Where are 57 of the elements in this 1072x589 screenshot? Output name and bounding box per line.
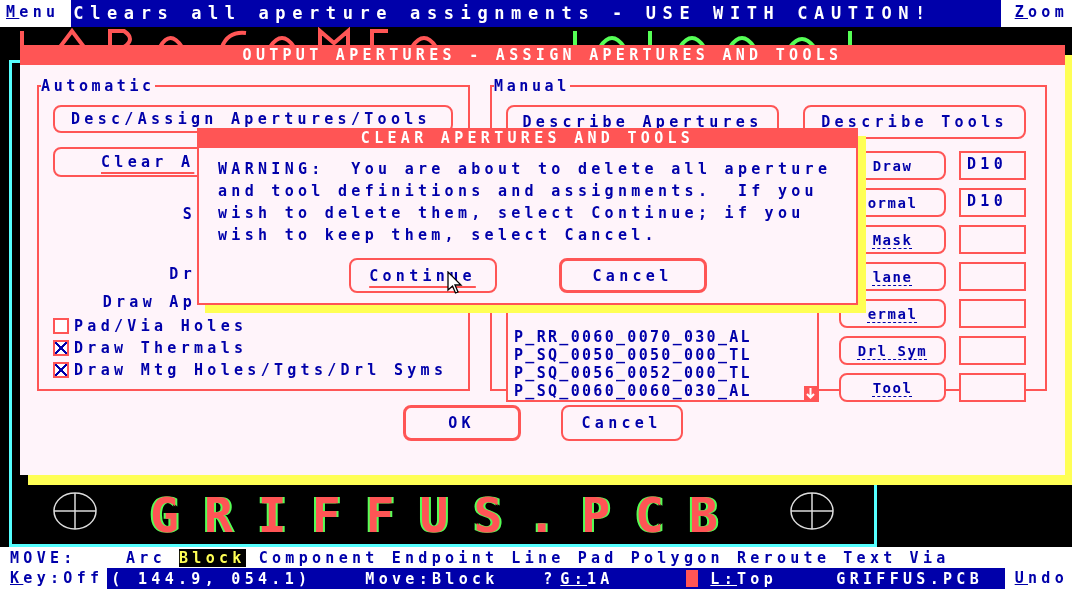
grid-setting[interactable]: G:1A [560,569,687,588]
tool-field[interactable] [959,225,1026,254]
command-item[interactable]: Text [843,548,897,567]
warning-message: WARNING: You are about to delete all aperture and tool definitions and assignments. If you wish to delete them, select Continue; if you wish to keep them, select Cancel. [218,159,833,246]
command-item[interactable]: Arc [126,548,166,567]
key-toggle[interactable]: Key:Off [0,568,108,589]
checkbox-row[interactable]: Draw Thermals [53,336,454,359]
group-legend: Manual [494,77,570,95]
command-item[interactable]: Block [179,548,246,567]
field-label: S [181,204,196,223]
tool-field[interactable] [959,299,1026,328]
aperture-item[interactable]: P_RR_0060_0070_030_AL [514,328,799,346]
checkbox-row[interactable]: Pad/Via Holes [53,314,454,337]
dialog-button[interactable]: Cancel [558,258,707,293]
command-item[interactable]: Line [511,548,565,567]
aperture-item[interactable]: P_SQ_0050_0050_000_TL [514,346,799,364]
dialog-title: CLEAR APERTURES AND TOOLS [199,128,856,148]
checkbox[interactable] [53,317,69,334]
command-item[interactable]: Reroute [736,548,831,567]
tool-field[interactable]: D10 [959,188,1026,217]
command-item[interactable]: Polygon [630,548,724,567]
describe-tools-button[interactable]: Describe Tools [803,105,1026,139]
silkscreen-text: GRIFFUS.PCB [150,491,743,539]
command-item[interactable]: Via [909,548,950,567]
aperture-item[interactable]: P_SQ_0056_0052_000_TL [514,364,799,382]
command-item[interactable]: Component [258,548,379,567]
group-legend: Automatic [41,77,155,95]
field-label: Draw Ap [101,292,196,311]
mode-text: Move:Block [365,569,500,588]
undo-button[interactable]: Undo [1004,568,1072,589]
tool-field[interactable] [959,336,1026,365]
tool-field[interactable] [959,373,1026,402]
target-icon [789,489,835,533]
checkbox[interactable] [53,339,69,356]
checkbox[interactable] [53,361,69,378]
help-button[interactable]: ? [543,569,561,588]
command-item[interactable]: Endpoint [391,548,499,567]
command-item[interactable]: Pad [577,548,618,567]
layer-setting[interactable]: L:Top [698,569,837,588]
checkbox-label: Pad/Via Holes [74,316,248,335]
checkbox-label: Draw Thermals [74,338,248,357]
tool-field[interactable] [959,262,1026,291]
field-label: Dr [168,264,196,283]
dialog-button[interactable]: OK [402,405,521,441]
tool-field[interactable]: D10 [959,151,1026,180]
command-label: MOVE: [10,548,78,567]
aperture-item[interactable]: P_SQ_0060_0060_030_AL [514,382,799,400]
dialog-title: OUTPUT APERTURES - ASSIGN APERTURES AND TOOLS [20,45,1065,65]
coordinates: ( 144.9, 054.1) [110,569,313,588]
target-icon [52,489,98,533]
scroll-down-icon[interactable] [804,386,817,400]
checkbox-row[interactable]: Draw Mtg Holes/Tgts/Drl Syms [53,358,454,381]
layer-swatch-icon [686,570,699,587]
status-message: Clears all aperture assignments - USE WITH CAUTION! [71,0,1001,27]
dialog-button[interactable]: Cancel [560,405,683,441]
file-name: GRIFFUS.PCB [836,569,984,588]
checkbox-label: Draw Mtg Holes/Tgts/Drl Syms [74,360,448,379]
